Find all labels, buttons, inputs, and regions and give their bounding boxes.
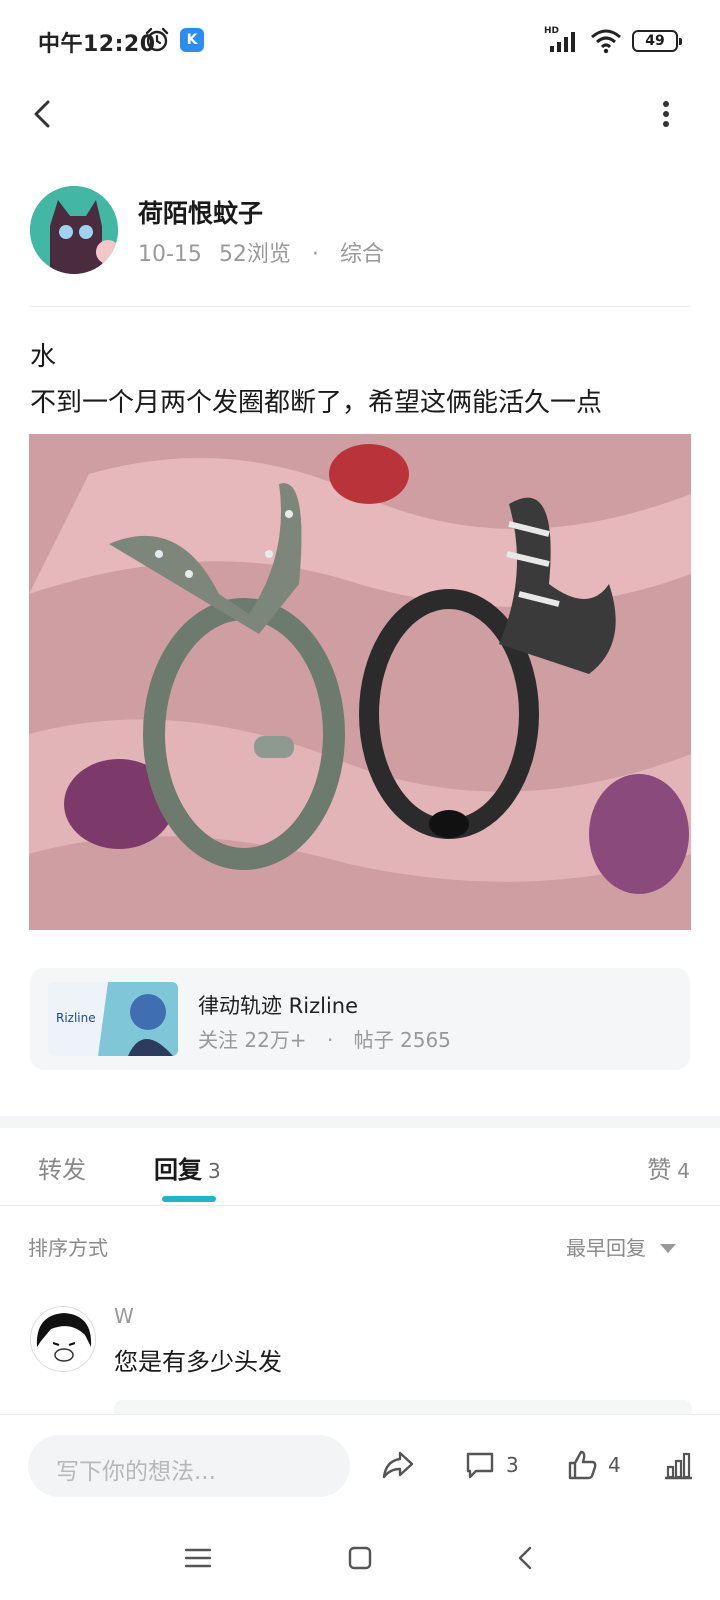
tab-like-label: 赞 (647, 1156, 672, 1184)
comment-count: 3 (506, 1453, 519, 1477)
commenter-name[interactable]: W (114, 1304, 134, 1328)
comment-item: W 您是有多少头发 (0, 1300, 720, 1420)
post-date: 10-15 (138, 242, 202, 267)
meta-separator: · (311, 242, 319, 267)
game-posts: 帖子 2565 (353, 1028, 451, 1052)
section-separator (0, 1116, 720, 1128)
top-nav (0, 84, 720, 144)
app-notification-icon: K (180, 28, 204, 52)
sort-dropdown[interactable]: 最早回复 (566, 1232, 646, 1261)
post-meta: 10-15 52浏览 · 综合 (138, 236, 384, 268)
wifi-icon (591, 29, 621, 54)
status-time: 中午12:20 (38, 32, 156, 57)
sort-row: 排序方式 最早回复 (0, 1226, 720, 1266)
view-count: 52浏览 (218, 242, 291, 267)
post-image[interactable] (29, 434, 691, 930)
commenter-avatar[interactable] (30, 1306, 96, 1372)
caret-down-icon[interactable] (660, 1244, 676, 1253)
meta-separator: · (326, 1028, 334, 1052)
sort-label: 排序方式 (28, 1236, 108, 1260)
tab-like-count: 4 (677, 1159, 690, 1183)
battery-indicator: 49 (632, 30, 682, 52)
divider (30, 306, 690, 307)
tab-reply[interactable]: 回复 3 (154, 1150, 221, 1185)
author-header: 荷陌恨蚊子 10-15 52浏览 · 综合 (30, 186, 690, 276)
game-thumbnail: Rizline (48, 982, 178, 1056)
game-community-card[interactable]: Rizline 律动轨迹 Rizline 关注 22万+ · 帖子 2565 (30, 968, 690, 1070)
game-meta: 关注 22万+ · 帖子 2565 (198, 1024, 451, 1053)
back-icon[interactable] (508, 1540, 544, 1576)
status-bar: 中午12:20 K HD 49 (0, 0, 720, 84)
game-logo-text: Rizline (56, 1011, 96, 1025)
comment-button[interactable]: 3 (464, 1445, 519, 1485)
share-icon (382, 1451, 414, 1479)
comment-input-placeholder: 写下你的想法... (56, 1459, 216, 1485)
vertical-dots-icon[interactable] (656, 96, 676, 132)
menu-icon[interactable] (180, 1540, 216, 1576)
share-button[interactable] (380, 1445, 416, 1485)
system-nav-bar (0, 1516, 720, 1600)
tab-reply-label: 回复 (154, 1156, 202, 1184)
post-category[interactable]: 综合 (340, 242, 384, 267)
game-followers: 关注 22万+ (198, 1028, 307, 1052)
author-name[interactable]: 荷陌恨蚊子 (138, 194, 263, 230)
game-name: 律动轨迹 Rizline (198, 994, 359, 1018)
cell-signal-icon: HD (544, 26, 580, 54)
comment-input[interactable]: 写下你的想法... (28, 1435, 350, 1497)
post-title: 水 (30, 342, 57, 372)
like-count: 4 (608, 1453, 621, 1477)
chevron-left-icon[interactable] (24, 94, 64, 134)
comment-tabs: 转发 回复 3 赞4 (0, 1128, 720, 1206)
author-avatar[interactable] (30, 186, 118, 274)
stats-button[interactable] (662, 1445, 694, 1485)
home-icon[interactable] (342, 1540, 378, 1576)
active-tab-indicator (162, 1196, 216, 1202)
thumbs-up-icon (568, 1450, 597, 1480)
alarm-icon (145, 27, 169, 52)
post-body: 不到一个月两个发圈都断了，希望这俩能活久一点 (30, 388, 603, 418)
tab-like[interactable]: 赞4 (647, 1150, 690, 1185)
comment-icon (466, 1452, 494, 1479)
bottom-action-bar: 写下你的想法... 3 4 (0, 1414, 720, 1514)
tab-reply-count: 3 (208, 1159, 221, 1183)
comment-text: 您是有多少头发 (114, 1348, 282, 1376)
bar-chart-icon (665, 1452, 692, 1480)
like-button[interactable]: 4 (566, 1445, 621, 1485)
tab-forward[interactable]: 转发 (38, 1150, 86, 1185)
